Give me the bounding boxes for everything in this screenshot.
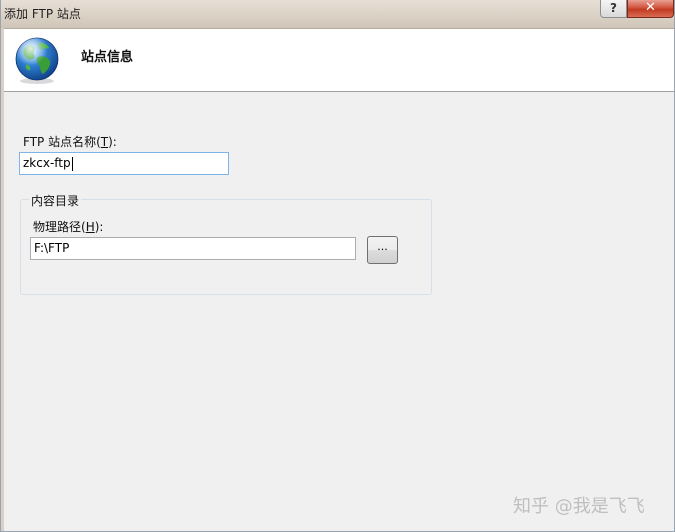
globe-icon: [15, 37, 59, 84]
header-banner: 站点信息: [4, 29, 674, 92]
physical-path-input[interactable]: F:\FTP: [30, 237, 356, 260]
watermark: 知乎 @我是飞飞: [513, 496, 645, 517]
physical-path-label: 物理路径(H):: [33, 220, 104, 234]
add-ftp-site-dialog: 添加 FTP 站点 ? ✕ 站点信息 FTP 站点名称(T): zkcx-ftp…: [0, 0, 675, 532]
window-title: 添加 FTP 站点: [4, 7, 81, 21]
header-title: 站点信息: [81, 50, 134, 65]
help-button[interactable]: ?: [600, 0, 627, 18]
text-caret: [71, 156, 73, 171]
browse-button[interactable]: ...: [367, 236, 398, 264]
site-name-input[interactable]: zkcx-ftp: [19, 152, 229, 175]
site-name-label: FTP 站点名称(T):: [23, 135, 117, 149]
close-button[interactable]: ✕: [627, 0, 674, 18]
window-frame-left: [1, 28, 4, 531]
content-directory-title: 内容目录: [29, 192, 82, 209]
title-bar[interactable]: 添加 FTP 站点 ? ✕: [1, 0, 674, 29]
